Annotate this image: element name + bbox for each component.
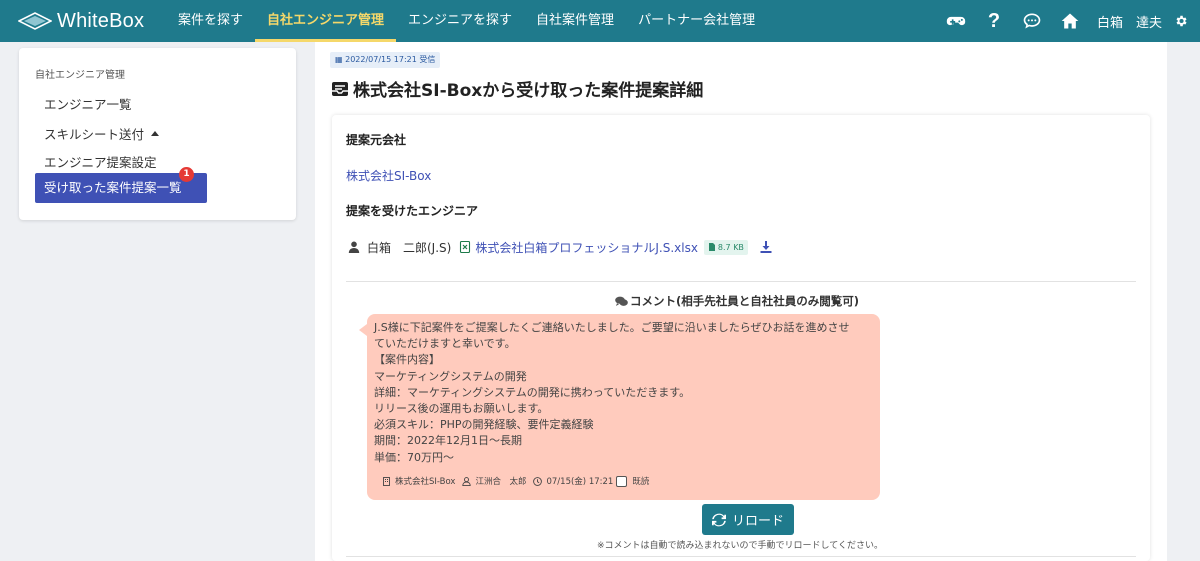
page-title: 株式会社SI-Boxから受け取った案件提案詳細	[330, 76, 703, 101]
bottom-divider	[346, 556, 1136, 557]
sidebar-item-label: エンジニア提案設定	[44, 155, 157, 170]
engineer-label: 提案を受けたエンジニア	[346, 204, 479, 218]
excel-file-icon	[460, 241, 471, 253]
caret-up-icon	[151, 131, 160, 136]
main-nav: 案件を探す 自社エンジニア管理 エンジニアを探す 自社案件管理 パートナー会社管…	[166, 0, 767, 42]
read-label: 既読	[632, 477, 650, 487]
read-checkbox[interactable]	[616, 475, 628, 487]
refresh-icon	[711, 513, 726, 526]
comment-meta: 株式会社SI-Box 江洲合 太郎 07/15(金) 17:21 既読	[382, 475, 649, 487]
received-date: 2022/07/15 17:21 受信	[345, 55, 436, 64]
comment-heading-text: コメント(相手先社員と自社社員のみ閲覧可)	[630, 294, 860, 308]
comment-line: 期間：2022年12月1日～長期	[374, 434, 522, 448]
comment-bubble: J.S様に下記案件をご提案したくご連絡いたしました。ご要望に沿いましたらぜひお話…	[359, 314, 880, 500]
nav-item-find-projects[interactable]: 案件を探す	[166, 0, 255, 42]
sidebar-item-label: 受け取った案件提案一覧	[44, 180, 182, 195]
comment-line: 詳細：マーケティングシステムの開発に携わっていただきます。	[374, 385, 691, 399]
gamepad-icon[interactable]	[945, 10, 967, 32]
sidebar-item-proposal-settings[interactable]: エンジニア提案設定	[44, 152, 157, 171]
top-right-tools: ? 白箱 達夫	[945, 0, 1200, 42]
clock-icon	[533, 476, 543, 486]
comment-line: ていただけますと幸いです。	[374, 337, 516, 351]
comment-line: リリース後の運用もお願いします。	[374, 402, 549, 416]
comment-line: 必須スキル：PHPの開発経験、要件定義経験	[374, 418, 594, 432]
sidebar-item-engineer-list[interactable]: エンジニア一覧	[44, 94, 132, 113]
received-date-badge: ▦ 2022/07/15 17:21 受信	[330, 52, 441, 68]
sidebar-item-received-proposals[interactable]: 受け取った案件提案一覧 1	[35, 167, 207, 203]
comment-line: マーケティングシステムの開発	[374, 369, 527, 383]
source-company-label: 提案元会社	[346, 133, 407, 147]
home-icon[interactable]	[1059, 10, 1081, 32]
comment-line: J.S様に下記案件をご提案したくご連絡いたしました。ご要望に沿いましたらぜひお話…	[374, 321, 850, 334]
nav-item-project-management[interactable]: 自社案件管理	[524, 0, 626, 42]
sidebar: 自社エンジニア管理 エンジニア一覧 スキルシート送付 エンジニア提案設定 受け取…	[19, 48, 296, 220]
chat-icon[interactable]	[1021, 10, 1043, 32]
question-glyph: ?	[987, 9, 1001, 32]
download-icon[interactable]	[760, 241, 772, 253]
brand[interactable]: WhiteBox	[0, 0, 166, 42]
comment-author: 江洲合 太郎	[475, 477, 527, 487]
main-content: ▦ 2022/07/15 17:21 受信 株式会社SI-Boxから受け取った案…	[315, 42, 1167, 561]
section-divider	[346, 281, 1136, 282]
brand-name: WhiteBox	[57, 9, 145, 32]
inbox-envelope-icon	[332, 81, 348, 96]
comment-line: 単価：70万円～	[374, 450, 454, 464]
building-icon	[383, 476, 390, 486]
gear-icon[interactable]	[1170, 10, 1192, 32]
user-name[interactable]: 白箱 達夫	[1097, 12, 1162, 31]
sidebar-item-skill-sheet[interactable]: スキルシート送付	[44, 124, 160, 143]
proposal-detail-card: 提案元会社 株式会社SI-Box 提案を受けたエンジニア 白箱 二郎(J.S) …	[332, 115, 1150, 561]
sidebar-item-label: エンジニア一覧	[44, 97, 132, 112]
engineer-name: 白箱 二郎(J.S)	[367, 240, 452, 255]
source-company-link[interactable]: 株式会社SI-Box	[346, 167, 431, 184]
reload-note: ※コメントは自動で読み込まれないので手動でリロードしてください。	[597, 541, 884, 551]
comment-company: 株式会社SI-Box	[395, 477, 456, 487]
user-icon	[348, 241, 360, 253]
comment-line: 【案件内容】	[374, 353, 440, 367]
skill-sheet-file-link[interactable]: 株式会社白箱プロフェッショナルJ.S.xlsx	[475, 239, 698, 256]
file-size: 8.7 KB	[717, 242, 744, 252]
nav-item-engineer-management[interactable]: 自社エンジニア管理	[255, 0, 397, 42]
reload-button[interactable]: リロード	[702, 504, 794, 535]
whitebox-logo-icon	[18, 12, 52, 30]
file-size-badge: 8.7 KB	[703, 239, 748, 255]
comment-heading: コメント(相手先社員と自社社員のみ閲覧可)	[615, 293, 859, 309]
sidebar-heading: 自社エンジニア管理	[35, 70, 125, 81]
nav-item-partner-management[interactable]: パートナー会社管理	[626, 0, 767, 42]
notification-badge: 1	[179, 167, 194, 182]
reload-label: リロード	[731, 514, 784, 529]
comment-time: 07/15(金) 17:21	[546, 477, 614, 487]
question-icon[interactable]: ?	[983, 10, 1005, 32]
engineer-row: 白箱 二郎(J.S) 株式会社白箱プロフェッショナルJ.S.xlsx 8.7 K…	[348, 239, 772, 255]
file-icon	[708, 243, 715, 251]
page-title-text: 株式会社SI-Boxから受け取った案件提案詳細	[353, 81, 704, 101]
top-navbar: WhiteBox 案件を探す 自社エンジニア管理 エンジニアを探す 自社案件管理…	[0, 0, 1200, 42]
calendar-icon: ▦	[335, 55, 346, 64]
comments-icon	[615, 296, 628, 306]
nav-item-find-engineers[interactable]: エンジニアを探す	[396, 0, 524, 42]
comment-body: J.S様に下記案件をご提案したくご連絡いたしました。ご要望に沿いましたらぜひお話…	[374, 320, 850, 466]
sidebar-item-label: スキルシート送付	[44, 127, 145, 142]
user-outline-icon	[462, 476, 472, 486]
